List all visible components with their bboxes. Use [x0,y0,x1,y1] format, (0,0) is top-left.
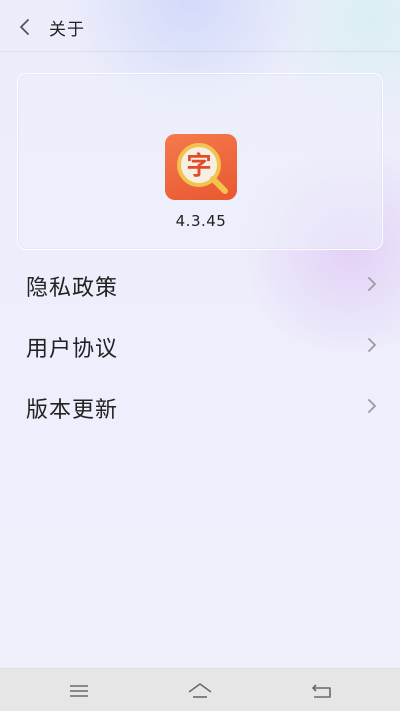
chevron-right-icon [366,337,378,353]
chevron-right-icon [366,398,378,414]
system-navigation-bar [0,668,400,711]
app-logo-icon: 字 [165,134,237,200]
menu-item-label: 隐私政策 [26,276,119,301]
back-arrow-icon[interactable] [16,18,34,36]
chevron-right-icon [366,276,378,292]
page-title: 关于 [49,20,85,40]
menu-item-user-agreement[interactable]: 用户协议 [0,315,400,375]
menu-item-version-update[interactable]: 版本更新 [0,376,400,436]
app-logo-character: 字 [186,151,211,180]
menu-item-label: 用户协议 [26,337,119,362]
back-icon[interactable] [309,681,335,701]
menu-item-label: 版本更新 [26,398,119,423]
menu-icon[interactable] [66,681,92,701]
menu-item-privacy-policy[interactable]: 隐私政策 [0,254,400,314]
app-version: 4.3.45 [175,212,227,230]
home-icon[interactable] [187,681,213,701]
app-info-card: 字 4.3.45 [17,73,383,250]
top-bar: 关于 [0,0,400,52]
